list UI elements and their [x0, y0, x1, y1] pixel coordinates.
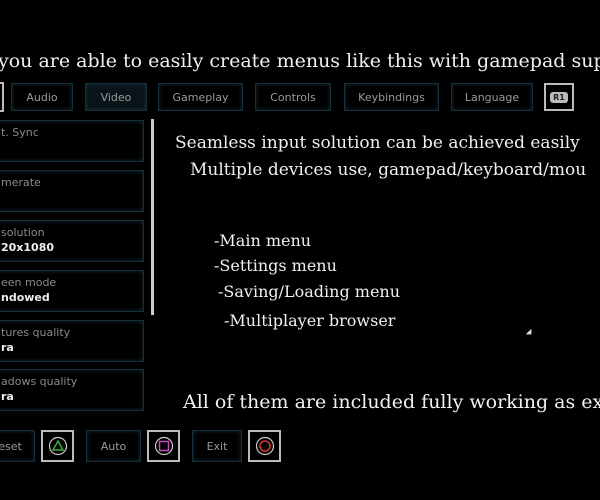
- square-button[interactable]: [147, 430, 180, 462]
- list-item: -Multiplayer browser: [224, 311, 396, 330]
- triangle-button[interactable]: [41, 430, 74, 462]
- circle-button[interactable]: [248, 430, 281, 462]
- square-icon: [154, 436, 173, 456]
- list-item: -Settings menu: [214, 256, 337, 275]
- circle-icon: [255, 436, 274, 456]
- footer-text: All of them are included fully working a…: [183, 391, 600, 413]
- tab-gameplay[interactable]: Gameplay: [158, 83, 243, 111]
- tab-language[interactable]: Language: [451, 83, 533, 111]
- triangle-icon: [48, 436, 67, 456]
- settings-scrollbar[interactable]: [151, 119, 154, 315]
- left-bumper-button[interactable]: [0, 82, 4, 112]
- right-bumper-button[interactable]: R1: [544, 83, 574, 111]
- setting-resolution[interactable]: solution 20x1080: [0, 220, 144, 262]
- list-item: -Main menu: [214, 231, 312, 250]
- tab-audio[interactable]: Audio: [11, 83, 73, 111]
- list-item: -Saving/Loading menu: [218, 282, 401, 301]
- banner-text: you are able to easily create menus like…: [0, 50, 600, 72]
- reset-button[interactable]: eset: [0, 430, 35, 462]
- setting-vsync[interactable]: t. Sync: [0, 120, 144, 162]
- info-line-2: Multiple devices use, gamepad/keyboard/m…: [190, 160, 587, 180]
- r1-icon: R1: [550, 91, 568, 103]
- setting-framerate[interactable]: merate: [0, 170, 144, 212]
- setting-shadows-quality[interactable]: adows quality ra: [0, 369, 144, 411]
- setting-screen-mode[interactable]: een mode ndowed: [0, 270, 144, 312]
- auto-button[interactable]: Auto: [86, 430, 141, 462]
- mouse-cursor-icon: [525, 328, 535, 338]
- info-line-1: Seamless input solution can be achieved …: [175, 133, 580, 153]
- tab-video[interactable]: Video: [85, 83, 147, 111]
- tab-keybindings[interactable]: Keybindings: [344, 83, 439, 111]
- tab-controls[interactable]: Controls: [255, 83, 331, 111]
- exit-button[interactable]: Exit: [192, 430, 242, 462]
- setting-textures-quality[interactable]: tures quality ra: [0, 320, 144, 362]
